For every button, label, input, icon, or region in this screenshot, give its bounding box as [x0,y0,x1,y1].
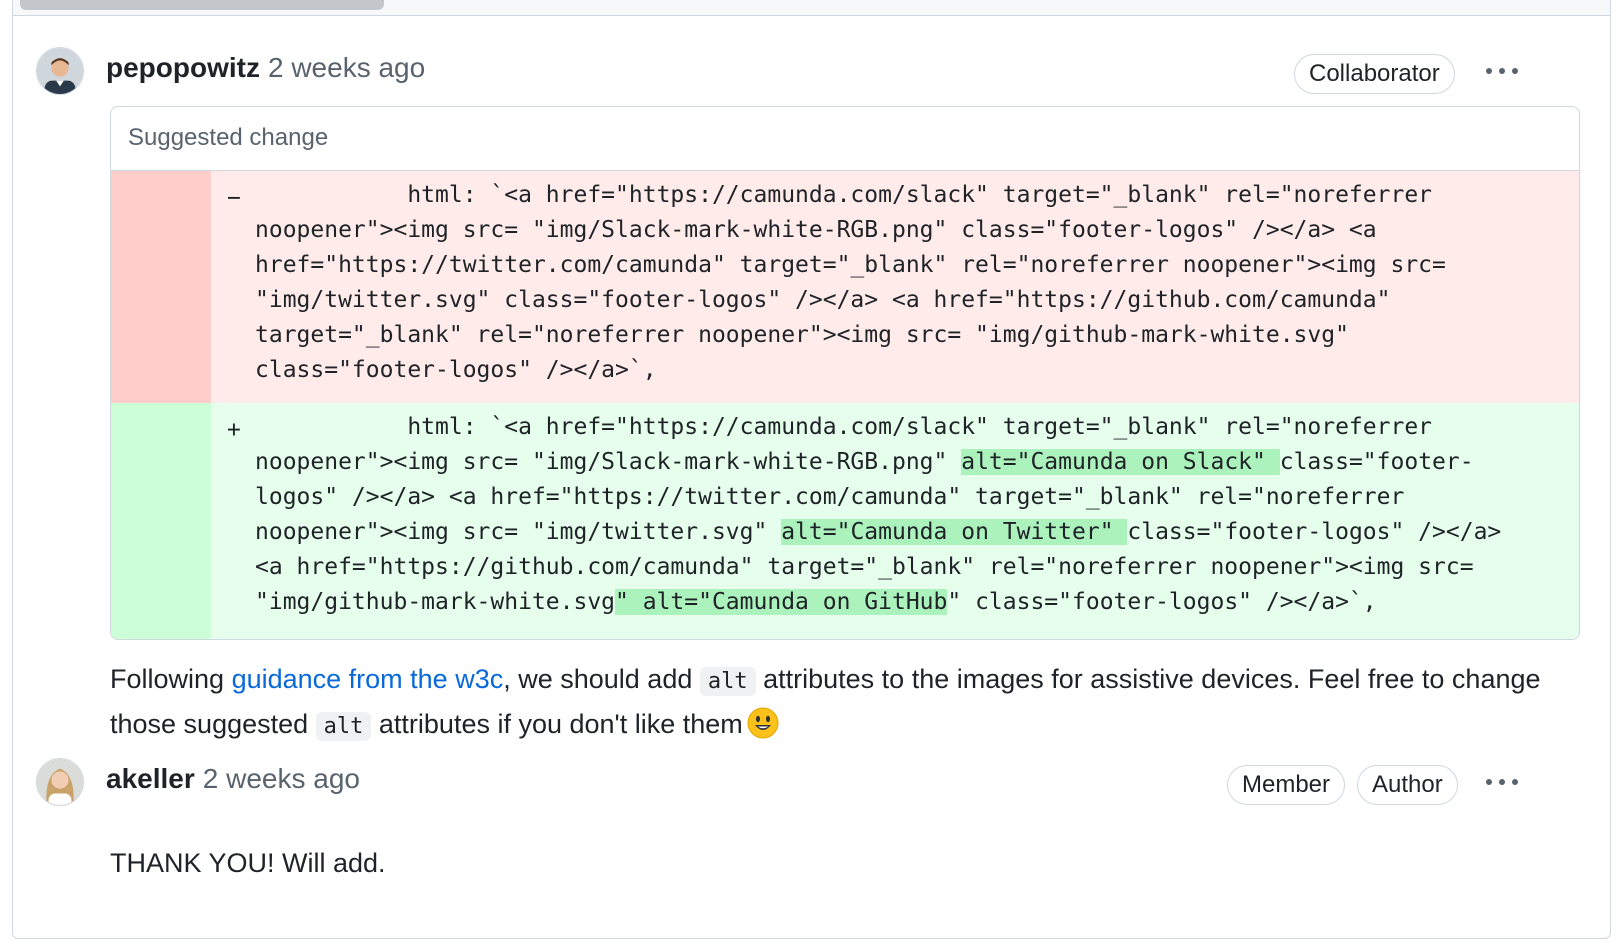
deleted-code-line: href="https://twitter.com/camunda" targe… [255,252,1446,278]
member-badge: Member [1227,765,1346,805]
author-name[interactable]: pepopowitz [106,52,260,84]
kebab-horizontal-icon[interactable] [1482,770,1522,794]
added-code-line: <a href="https://github.com/camunda" tar… [255,554,1474,580]
deleted-code-line: class="footer-logos" /></a>`, [255,357,657,383]
avatar-pepopowitz[interactable] [36,47,84,95]
code-segment: <a href="https://github.com/camunda" tar… [255,554,1474,580]
added-code: + html: `<a href="https://camunda.com/sl… [211,403,1579,639]
added-word-highlight: alt="Camunda on Slack" [961,449,1280,475]
code-segment: " class="footer-logos" /></a>`, [947,589,1377,615]
code-segment: logos" /></a> <a href="https://twitter.c… [255,484,1405,510]
deleted-marker: − [227,185,241,211]
added-code-line: noopener"><img src= "img/twitter.svg" al… [255,519,1501,545]
horizontal-scrollbar[interactable] [20,0,384,10]
code-segment: noopener"><img src= "img/twitter.svg" [255,519,782,545]
deleted-code-line: "img/twitter.svg" class="footer-logos" /… [255,287,1391,313]
code-segment: class="footer- [1279,449,1474,475]
collaborator-badge: Collaborator [1294,54,1455,94]
suggested-change-box: Suggested change − html: `<a href="https… [110,106,1580,640]
comment-body: Following guidance from the w3c, we shou… [110,658,1590,748]
w3c-guidance-link[interactable]: guidance from the w3c [232,664,504,694]
code-segment: html: `<a href="https://camunda.com/slac… [255,414,1433,440]
comment-header: pepopowitz 2 weeks ago [106,52,425,84]
body-text-end: attributes if you don't like them [371,709,743,739]
deleted-code-line: noopener"><img src= "img/Slack-mark-whit… [255,217,1377,243]
author-name[interactable]: akeller [106,763,195,795]
comment-body: THANK YOU! Will add. [110,848,386,878]
added-marker: + [227,417,241,443]
added-code-line: "img/github-mark-white.svg" alt="Camunda… [255,589,1377,615]
author-badge: Author [1357,765,1458,805]
kebab-horizontal-icon[interactable] [1482,59,1522,83]
smiley-emoji-icon [747,707,779,739]
comment-timestamp[interactable]: 2 weeks ago [203,763,360,795]
deleted-code: − html: `<a href="https://camunda.com/sl… [211,171,1579,403]
added-lines-block: + html: `<a href="https://camunda.com/sl… [111,403,1579,639]
added-word-highlight: " alt="Camunda on GitHub [615,589,948,615]
code-segment: "img/github-mark-white.svg [255,589,616,615]
avatar-image [37,48,83,94]
inline-code-alt: alt [315,712,372,741]
deleted-gutter [111,171,211,403]
avatar-akeller[interactable] [36,758,84,806]
code-segment: class="footer-logos" /></a> [1127,519,1502,545]
deleted-lines-block: − html: `<a href="https://camunda.com/sl… [111,171,1579,403]
suggested-change-header: Suggested change [111,107,1579,171]
added-code-line: html: `<a href="https://camunda.com/slac… [255,414,1432,440]
avatar-image [37,759,83,805]
body-text-after-link: , we should add [503,664,700,694]
deleted-code-line: target="_blank" rel="noreferrer noopener… [255,322,1349,348]
added-word-highlight: alt="Camunda on Twitter" [781,519,1128,545]
comment-timestamp[interactable]: 2 weeks ago [268,52,425,84]
added-code-line: noopener"><img src= "img/Slack-mark-whit… [255,449,1474,475]
code-segment: noopener"><img src= "img/Slack-mark-whit… [255,449,962,475]
added-gutter [111,403,211,639]
added-code-line: logos" /></a> <a href="https://twitter.c… [255,484,1404,510]
body-text-start: Following [110,664,232,694]
comment-header: akeller 2 weeks ago [106,763,360,795]
inline-code-alt: alt [699,667,756,696]
deleted-code-line: html: `<a href="https://camunda.com/slac… [255,182,1433,208]
